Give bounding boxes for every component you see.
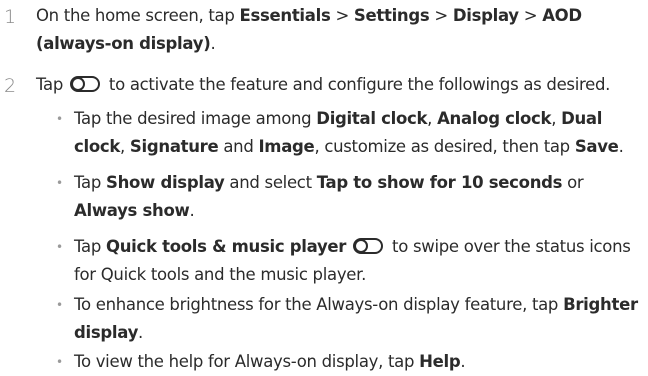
bullet-item: • Tap Quick tools & music player to swip…: [56, 233, 642, 291]
toggle-switch-icon: [69, 76, 100, 92]
bullet-text: To enhance brightness for the Always-on …: [74, 295, 638, 342]
bullet-item: • To enhance brightness for the Always-o…: [56, 291, 642, 349]
step-text: On the home screen, tap Essentials > Set…: [36, 6, 582, 53]
bullet-text: Tap Quick tools & music player to swipe …: [74, 237, 631, 284]
manual-page: 1 On the home screen, tap Essentials > S…: [0, 0, 648, 376]
bullet-marker: •: [56, 240, 64, 254]
bullet-text: Tap Show display and select Tap to show …: [74, 173, 584, 220]
step-1: 1 On the home screen, tap Essentials > S…: [0, 2, 648, 62]
bullet-marker: •: [56, 355, 64, 369]
step-text: Tap to activate the feature and configur…: [36, 75, 611, 94]
step-number: 1: [4, 6, 17, 28]
bullet-text: Tap the desired image among Digital cloc…: [74, 109, 624, 156]
bullet-marker: •: [56, 298, 64, 312]
bullet-marker: •: [56, 176, 64, 190]
bullet-item: • Tap the desired image among Digital cl…: [56, 105, 642, 163]
bullet-item: • Tap Show display and select Tap to sho…: [56, 169, 642, 227]
bullet-text: To view the help for Always-on display, …: [74, 352, 466, 371]
bullet-marker: •: [56, 112, 64, 126]
step-2: 2 Tap to activate the feature and config…: [0, 71, 648, 101]
bullet-item: • To view the help for Always-on display…: [56, 348, 642, 376]
step-number: 2: [4, 75, 17, 97]
toggle-switch-icon: [353, 238, 384, 254]
